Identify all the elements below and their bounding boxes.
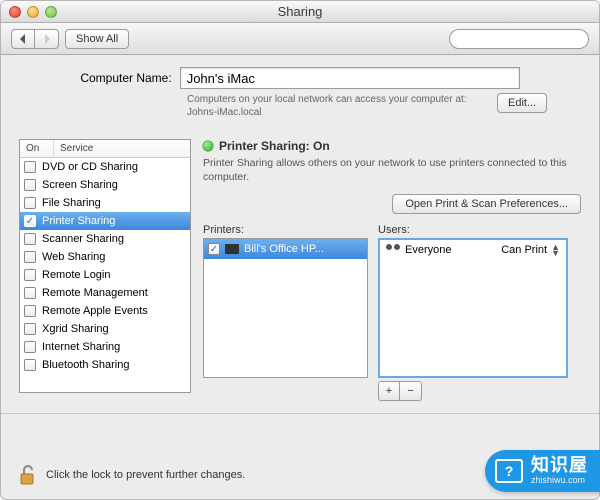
service-row[interactable]: ✓ Printer Sharing: [20, 212, 190, 230]
watermark-title: 知识屋: [531, 456, 588, 476]
col-on: On: [20, 140, 54, 157]
remove-user-button[interactable]: −: [400, 381, 422, 401]
status-text: Printer Sharing: On: [219, 139, 330, 153]
service-label: DVD or CD Sharing: [42, 161, 138, 173]
printer-label: Bill's Office HP...: [244, 243, 324, 255]
printer-checkbox[interactable]: ✓: [208, 243, 220, 255]
service-label: Remote Management: [42, 287, 148, 299]
watermark-icon: [495, 459, 523, 483]
service-checkbox[interactable]: [24, 197, 36, 209]
toolbar: Show All: [1, 23, 599, 55]
service-checkbox[interactable]: [24, 251, 36, 263]
service-checkbox[interactable]: [24, 179, 36, 191]
search-field[interactable]: [449, 29, 589, 49]
minimize-icon[interactable]: [27, 6, 39, 18]
service-row[interactable]: Internet Sharing: [20, 338, 190, 356]
service-label: Xgrid Sharing: [42, 323, 109, 335]
service-row[interactable]: Xgrid Sharing: [20, 320, 190, 338]
computer-name-label: Computer Name:: [80, 71, 171, 85]
users-label: Users:: [378, 224, 568, 236]
traffic-lights: [9, 6, 57, 18]
service-checkbox[interactable]: [24, 287, 36, 299]
add-user-button[interactable]: +: [378, 381, 400, 401]
stepper-icon[interactable]: ▲▼: [551, 244, 560, 256]
search-input[interactable]: [460, 33, 600, 45]
lock-bar[interactable]: Click the lock to prevent further change…: [18, 464, 245, 486]
titlebar: Sharing: [1, 1, 599, 23]
service-checkbox[interactable]: [24, 323, 36, 335]
service-label: Remote Login: [42, 269, 111, 281]
nav-segment: [11, 29, 59, 49]
watermark-url: zhishiwu.com: [531, 476, 588, 486]
people-icon: [386, 244, 400, 256]
lock-open-icon: [18, 464, 38, 486]
service-row[interactable]: Remote Management: [20, 284, 190, 302]
back-button[interactable]: [11, 29, 35, 49]
service-row[interactable]: DVD or CD Sharing: [20, 158, 190, 176]
show-all-button[interactable]: Show All: [65, 29, 129, 49]
service-label: Remote Apple Events: [42, 305, 148, 317]
user-name: Everyone: [405, 244, 451, 256]
service-label: Printer Sharing: [42, 215, 115, 227]
users-list[interactable]: Everyone Can Print ▲▼: [378, 238, 568, 378]
service-description: Printer Sharing allows others on your ne…: [203, 157, 581, 184]
printer-icon: [225, 244, 239, 254]
sharing-window: Sharing Show All Computer Name: Computer…: [0, 0, 600, 500]
service-checkbox[interactable]: [24, 305, 36, 317]
service-row[interactable]: Remote Apple Events: [20, 302, 190, 320]
printer-row[interactable]: ✓ Bill's Office HP...: [204, 239, 367, 259]
service-label: Bluetooth Sharing: [42, 359, 129, 371]
service-checkbox[interactable]: [24, 233, 36, 245]
service-checkbox[interactable]: [24, 341, 36, 353]
status-dot-icon: [203, 141, 213, 151]
service-label: Screen Sharing: [42, 179, 118, 191]
computer-name-hint: Computers on your local network can acce…: [187, 93, 487, 119]
service-row[interactable]: Web Sharing: [20, 248, 190, 266]
service-label: File Sharing: [42, 197, 101, 209]
zoom-icon[interactable]: [45, 6, 57, 18]
open-preferences-button[interactable]: Open Print & Scan Preferences...: [392, 194, 581, 214]
service-label: Scanner Sharing: [42, 233, 124, 245]
service-row[interactable]: Screen Sharing: [20, 176, 190, 194]
service-checkbox[interactable]: ✓: [24, 215, 36, 227]
service-checkbox[interactable]: [24, 269, 36, 281]
service-row[interactable]: File Sharing: [20, 194, 190, 212]
user-permission[interactable]: Can Print: [501, 244, 547, 256]
watermark: 知识屋 zhishiwu.com: [485, 450, 600, 492]
printers-list[interactable]: ✓ Bill's Office HP...: [203, 238, 368, 378]
service-row[interactable]: Remote Login: [20, 266, 190, 284]
user-row[interactable]: Everyone Can Print ▲▼: [380, 240, 566, 260]
service-label: Internet Sharing: [42, 341, 120, 353]
service-row[interactable]: Bluetooth Sharing: [20, 356, 190, 374]
computer-name-input[interactable]: [180, 67, 520, 89]
service-checkbox[interactable]: [24, 359, 36, 371]
forward-button[interactable]: [35, 29, 59, 49]
edit-button[interactable]: Edit...: [497, 93, 547, 113]
printers-label: Printers:: [203, 224, 368, 236]
detail-panel: Printer Sharing: On Printer Sharing allo…: [203, 139, 581, 401]
close-icon[interactable]: [9, 6, 21, 18]
service-row[interactable]: Scanner Sharing: [20, 230, 190, 248]
services-table: On Service DVD or CD Sharing Screen Shari…: [19, 139, 191, 393]
lock-text: Click the lock to prevent further change…: [46, 469, 245, 481]
service-checkbox[interactable]: [24, 161, 36, 173]
service-label: Web Sharing: [42, 251, 105, 263]
window-title: Sharing: [278, 4, 323, 19]
col-service: Service: [54, 140, 190, 157]
